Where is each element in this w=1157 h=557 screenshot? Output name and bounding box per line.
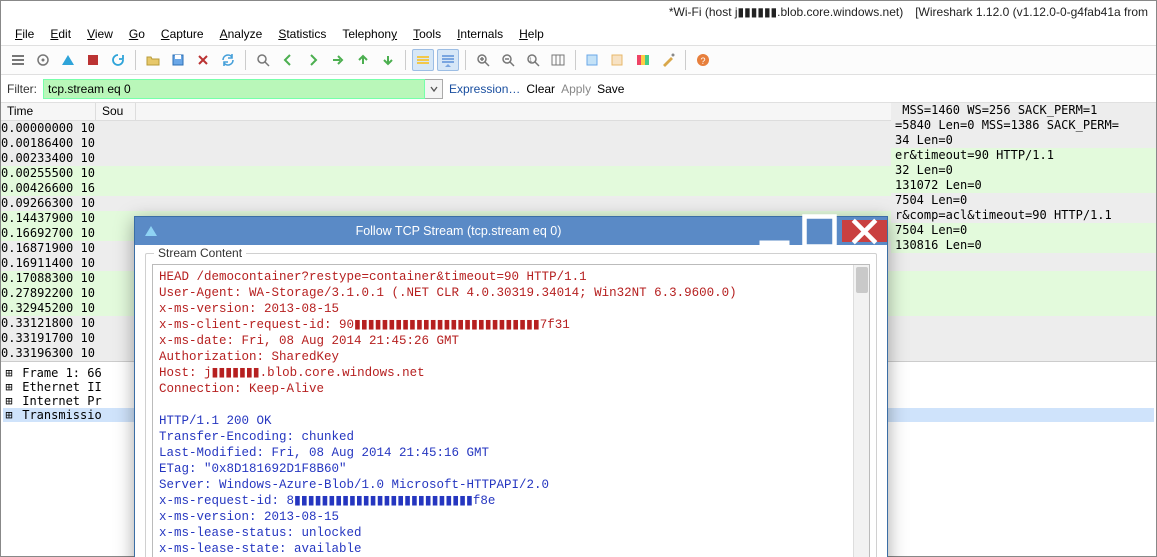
menu-internals[interactable]: Internals — [449, 25, 511, 43]
coloring-rules-icon[interactable] — [632, 49, 654, 71]
capture-filters-icon[interactable] — [582, 49, 604, 71]
toolbar-separator — [245, 50, 246, 70]
packet-info-fragment: er&timeout=90 HTTP/1.1 — [891, 148, 1156, 163]
resize-columns-icon[interactable] — [547, 49, 569, 71]
packet-info-fragment: 131072 Len=0 — [891, 178, 1156, 193]
main-toolbar: 1 ? — [1, 45, 1156, 75]
menu-view[interactable]: View — [79, 25, 121, 43]
col-time[interactable]: Time — [1, 103, 96, 120]
filter-toolbar: Filter: Expression… Clear Apply Save — [1, 75, 1156, 103]
packet-info-fragment: 34 Len=0 — [891, 133, 1156, 148]
toolbar-separator — [135, 50, 136, 70]
go-last-icon[interactable] — [377, 49, 399, 71]
capture-options-icon[interactable] — [32, 49, 54, 71]
filter-dropdown-icon[interactable] — [425, 79, 443, 99]
find-packet-icon[interactable] — [252, 49, 274, 71]
help-icon[interactable]: ? — [692, 49, 714, 71]
menubar: File Edit View Go Capture Analyze Statis… — [1, 23, 1156, 45]
title-caption-left: *Wi-Fi (host j▮▮▮▮▮▮.blob.core.windows.n… — [669, 1, 903, 23]
filter-clear-button[interactable]: Clear — [526, 82, 555, 96]
preferences-icon[interactable] — [657, 49, 679, 71]
menu-go[interactable]: Go — [121, 25, 153, 43]
svg-text:?: ? — [701, 56, 706, 66]
filter-label: Filter: — [7, 82, 37, 96]
toolbar-separator — [465, 50, 466, 70]
col-source[interactable]: Sou — [96, 103, 136, 120]
start-capture-icon[interactable] — [57, 49, 79, 71]
go-to-packet-icon[interactable] — [327, 49, 349, 71]
menu-help[interactable]: Help — [511, 25, 552, 43]
dialog-title: Follow TCP Stream (tcp.stream eq 0) — [165, 224, 752, 238]
toolbar-separator — [575, 50, 576, 70]
scrollbar[interactable] — [853, 265, 869, 557]
go-forward-icon[interactable] — [302, 49, 324, 71]
list-interfaces-icon[interactable] — [7, 49, 29, 71]
title-caption-right: [Wireshark 1.12.0 (v1.12.0-0-g4fab41a fr… — [915, 1, 1148, 23]
packet-info-fragment: r&comp=acl&timeout=90 HTTP/1.1 — [891, 208, 1156, 223]
menu-file[interactable]: File — [7, 25, 42, 43]
menu-statistics[interactable]: Statistics — [270, 25, 334, 43]
filter-apply-button[interactable]: Apply — [561, 82, 591, 96]
wireshark-main-window: *Wi-Fi (host j▮▮▮▮▮▮.blob.core.windows.n… — [0, 0, 1157, 557]
dialog-titlebar[interactable]: Follow TCP Stream (tcp.stream eq 0) — [135, 217, 887, 245]
stream-content-group: Stream Content HEAD /democontainer?resty… — [145, 253, 877, 557]
auto-scroll-icon[interactable] — [437, 49, 459, 71]
stream-content-label: Stream Content — [154, 246, 246, 260]
maximize-button[interactable] — [797, 220, 842, 242]
reload-file-icon[interactable] — [217, 49, 239, 71]
packet-info-fragment: MSS=1460 WS=256 SACK_PERM=1 — [891, 103, 1156, 118]
scrollbar-thumb[interactable] — [856, 267, 868, 293]
go-back-icon[interactable] — [277, 49, 299, 71]
zoom-reset-icon[interactable]: 1 — [522, 49, 544, 71]
display-filters-icon[interactable] — [607, 49, 629, 71]
filter-combo[interactable] — [43, 79, 443, 99]
toolbar-separator — [685, 50, 686, 70]
filter-input[interactable] — [43, 79, 425, 99]
menu-tools[interactable]: Tools — [405, 25, 449, 43]
stream-content-textarea[interactable]: HEAD /democontainer?restype=container&ti… — [152, 264, 870, 557]
toolbar-separator — [405, 50, 406, 70]
colorize-list-icon[interactable] — [412, 49, 434, 71]
zoom-in-icon[interactable] — [472, 49, 494, 71]
save-file-icon[interactable] — [167, 49, 189, 71]
open-file-icon[interactable] — [142, 49, 164, 71]
main-content: Time Sou 0.00000000 100.00186400 100.002… — [1, 103, 1156, 556]
stop-capture-icon[interactable] — [82, 49, 104, 71]
filter-expression-button[interactable]: Expression… — [449, 82, 520, 96]
minimize-button[interactable] — [752, 220, 797, 242]
menu-telephony[interactable]: Telephony — [334, 25, 405, 43]
packet-info-fragment: 32 Len=0 — [891, 163, 1156, 178]
close-file-icon[interactable] — [192, 49, 214, 71]
close-button[interactable] — [842, 220, 887, 242]
packet-info-fragment: 7504 Len=0 — [891, 193, 1156, 208]
packet-info-fragment: 7504 Len=0 — [891, 223, 1156, 238]
menu-edit[interactable]: Edit — [42, 25, 79, 43]
titlebar: *Wi-Fi (host j▮▮▮▮▮▮.blob.core.windows.n… — [1, 1, 1156, 23]
packet-info-fragment: 130816 Len=0 — [891, 238, 1156, 253]
menu-capture[interactable]: Capture — [153, 25, 212, 43]
zoom-out-icon[interactable] — [497, 49, 519, 71]
restart-capture-icon[interactable] — [107, 49, 129, 71]
follow-tcp-stream-dialog: Follow TCP Stream (tcp.stream eq 0) Stre… — [134, 216, 888, 557]
menu-analyze[interactable]: Analyze — [212, 25, 271, 43]
shark-fin-icon — [143, 223, 159, 239]
packet-info-overflow: MSS=1460 WS=256 SACK_PERM=1=5840 Len=0 M… — [891, 103, 1156, 556]
packet-info-fragment: =5840 Len=0 MSS=1386 SACK_PERM= — [891, 118, 1156, 133]
filter-save-button[interactable]: Save — [597, 82, 624, 96]
go-first-icon[interactable] — [352, 49, 374, 71]
